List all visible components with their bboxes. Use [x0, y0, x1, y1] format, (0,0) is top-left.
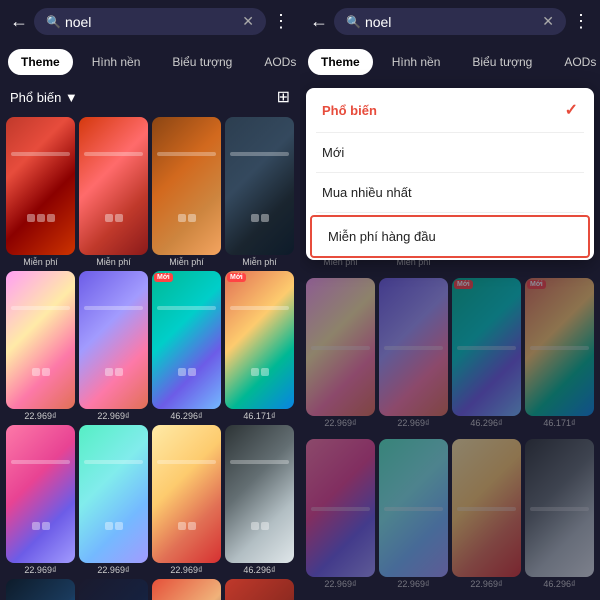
- search-clear-left[interactable]: ✕: [242, 13, 254, 30]
- tab-aods-left[interactable]: AODs: [251, 49, 300, 75]
- theme-price: Miễn phí: [23, 257, 58, 267]
- theme-item[interactable]: 22.969₫: [379, 278, 448, 435]
- theme-item[interactable]: 22.969₫: [306, 278, 375, 435]
- theme-item[interactable]: 22.969₫: [6, 425, 75, 575]
- theme-item[interactable]: 22.969₫: [152, 425, 221, 575]
- search-input-wrap-left[interactable]: 🔍 ✕: [34, 8, 266, 35]
- more-button-right[interactable]: ⋮: [572, 11, 590, 32]
- theme-price: 46.296₫: [543, 579, 575, 589]
- theme-price: 22.969₫: [24, 565, 56, 575]
- search-icon-left: 🔍: [46, 15, 61, 29]
- theme-item[interactable]: Mới 46.171₫: [225, 271, 294, 421]
- filter-label-left[interactable]: Phổ biến ▼: [10, 90, 78, 105]
- dropdown-item-popular[interactable]: Phổ biến ✓: [306, 88, 594, 132]
- theme-price: 22.969₫: [324, 418, 356, 428]
- theme-item[interactable]: 22.969₫: [6, 271, 75, 421]
- more-button-left[interactable]: ⋮: [272, 11, 290, 32]
- dropdown-label: Phổ biến: [322, 103, 377, 118]
- theme-item[interactable]: Mới 46.171₫: [525, 278, 594, 435]
- badge-new: Mới: [154, 273, 173, 282]
- theme-price: 22.969₫: [24, 411, 56, 421]
- theme-item[interactable]: Mới 46.296₫: [452, 278, 521, 435]
- theme-item[interactable]: 22.969₫: [79, 271, 148, 421]
- theme-price: 46.296₫: [243, 565, 275, 575]
- checkmark-icon: ✓: [565, 100, 578, 120]
- search-bar-right: ← 🔍 ✕ ⋮: [300, 0, 600, 43]
- tab-theme-left[interactable]: Theme: [8, 49, 73, 75]
- dropdown-label: Mới: [322, 145, 344, 160]
- theme-price: 22.969₫: [97, 565, 129, 575]
- theme-price: 22.969₫: [397, 418, 429, 428]
- tab-icons-right[interactable]: Biểu tượng: [459, 49, 545, 75]
- theme-price: 46.171₫: [243, 411, 275, 421]
- theme-item[interactable]: [225, 579, 294, 600]
- theme-price: 22.969₫: [170, 565, 202, 575]
- tab-theme-right[interactable]: Theme: [308, 49, 373, 75]
- back-button-left[interactable]: ←: [10, 11, 28, 32]
- badge-new: Mới: [527, 280, 546, 289]
- theme-price: 46.296₫: [470, 418, 502, 428]
- theme-item[interactable]: Miễn phí: [152, 117, 221, 267]
- tab-aods-right[interactable]: AODs: [551, 49, 600, 75]
- divider: [316, 212, 584, 213]
- theme-item[interactable]: [79, 579, 148, 600]
- theme-item[interactable]: 22.969₫: [79, 425, 148, 575]
- theme-item[interactable]: Miễn phí: [6, 117, 75, 267]
- theme-price: Miễn phí: [96, 257, 131, 267]
- badge-new: Mới: [454, 280, 473, 289]
- theme-price: Miễn phí: [242, 257, 277, 267]
- theme-price: 46.171₫: [543, 418, 575, 428]
- theme-item[interactable]: 46.296₫: [225, 425, 294, 575]
- theme-item[interactable]: Miễn phí: [79, 117, 148, 267]
- search-input-left[interactable]: [65, 14, 242, 30]
- tab-icons-left[interactable]: Biểu tượng: [159, 49, 245, 75]
- theme-item[interactable]: 22.969₫: [306, 439, 375, 596]
- tabs-left: Theme Hình nền Biểu tượng AODs: [0, 43, 300, 81]
- theme-item[interactable]: [6, 579, 75, 600]
- search-clear-right[interactable]: ✕: [542, 13, 554, 30]
- search-icon-right: 🔍: [346, 15, 361, 29]
- tab-wallpaper-right[interactable]: Hình nền: [379, 49, 454, 75]
- filter-row-left: Phổ biến ▼ ⊞: [0, 81, 300, 113]
- theme-price: 22.969₫: [324, 579, 356, 589]
- theme-item[interactable]: Mới 46.296₫: [152, 271, 221, 421]
- theme-price: 46.296₫: [170, 411, 202, 421]
- theme-item[interactable]: 22.969₫: [452, 439, 521, 596]
- tabs-right: Theme Hình nền Biểu tượng AODs: [300, 43, 600, 81]
- theme-price: 22.969₫: [97, 411, 129, 421]
- dropdown-item-bestseller[interactable]: Mua nhiều nhất: [306, 173, 594, 212]
- grid-icon-left[interactable]: ⊞: [277, 87, 290, 107]
- back-button-right[interactable]: ←: [310, 11, 328, 32]
- dropdown-item-free-top[interactable]: Miễn phí hàng đầu: [310, 215, 590, 258]
- dropdown-label: Miễn phí hàng đầu: [328, 229, 436, 244]
- search-input-right[interactable]: [365, 14, 542, 30]
- theme-price: Miễn phí: [169, 257, 204, 267]
- filter-dropdown: Phổ biến ✓ Mới Mua nhiều nhất Miễn phí h…: [306, 88, 594, 260]
- dropdown-label: Mua nhiều nhất: [322, 185, 412, 200]
- theme-item[interactable]: 46.296₫: [525, 439, 594, 596]
- theme-price: 22.969₫: [470, 579, 502, 589]
- theme-grid-left: Miễn phí Miễn phí Miễn phí Miễn phí 22.9…: [0, 113, 300, 600]
- theme-price: 22.969₫: [397, 579, 429, 589]
- search-input-wrap-right[interactable]: 🔍 ✕: [334, 8, 566, 35]
- theme-item[interactable]: Miễn phí: [225, 117, 294, 267]
- badge-new: Mới: [227, 273, 246, 282]
- tab-wallpaper-left[interactable]: Hình nền: [79, 49, 154, 75]
- theme-item[interactable]: 22.969₫: [379, 439, 448, 596]
- left-panel: ← 🔍 ✕ ⋮ Theme Hình nền Biểu tượng AODs P…: [0, 0, 300, 600]
- search-bar-left: ← 🔍 ✕ ⋮: [0, 0, 300, 43]
- theme-item[interactable]: [152, 579, 221, 600]
- dropdown-item-new[interactable]: Mới: [306, 133, 594, 172]
- right-panel: ← 🔍 ✕ ⋮ Theme Hình nền Biểu tượng AODs P…: [300, 0, 600, 600]
